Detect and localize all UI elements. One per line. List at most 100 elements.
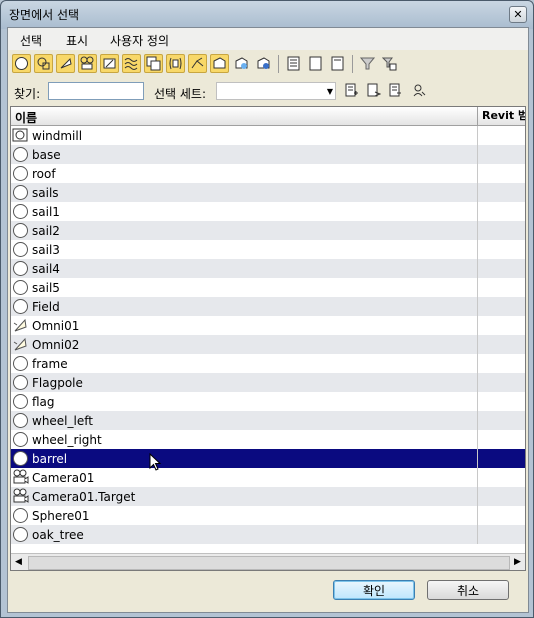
menu-display[interactable]: 표시: [66, 32, 88, 49]
helpers-icon: [103, 58, 116, 69]
geometry-icon: [13, 394, 28, 409]
list-item[interactable]: roof: [11, 164, 525, 183]
filter-options-icon: [382, 57, 397, 71]
geometry-icon: [13, 242, 28, 257]
geometry-icon: [13, 508, 28, 523]
list-item[interactable]: Camera01.Target: [11, 487, 525, 506]
list-item[interactable]: Flagpole: [11, 373, 525, 392]
list-item[interactable]: windmill: [11, 126, 525, 145]
groups-icon: [146, 56, 161, 71]
list-item[interactable]: sails: [11, 183, 525, 202]
column-divider: [477, 354, 478, 373]
list-item[interactable]: Omni02: [11, 335, 525, 354]
filter-button[interactable]: [358, 54, 377, 73]
column-divider: [477, 183, 478, 202]
helpers-filter-button[interactable]: [100, 54, 119, 73]
bones-filter-button[interactable]: [188, 54, 207, 73]
list-item[interactable]: wheel_left: [11, 411, 525, 430]
object-name: windmill: [32, 129, 83, 143]
list-item[interactable]: Omni01: [11, 316, 525, 335]
containers-icon: [213, 57, 226, 69]
column-divider: [477, 297, 478, 316]
close-button[interactable]: ✕: [509, 6, 527, 23]
remove-from-set-button[interactable]: [386, 81, 405, 100]
menu-customize[interactable]: 사용자 정의: [110, 32, 169, 49]
display-all-button[interactable]: [284, 54, 303, 73]
spacewarps-icon: [124, 58, 138, 70]
object-name: wheel_right: [32, 433, 102, 447]
object-name: sail1: [32, 205, 60, 219]
list-item[interactable]: Sphere01: [11, 506, 525, 525]
object-name: Camera01.Target: [32, 490, 136, 504]
find-input[interactable]: [48, 82, 144, 100]
list-item[interactable]: oak_tree: [11, 525, 525, 544]
toolbar-separator: [278, 55, 279, 73]
shapes-filter-button[interactable]: [34, 54, 53, 73]
list-item[interactable]: Field: [11, 297, 525, 316]
spell-check-icon: [413, 84, 426, 97]
list-item[interactable]: frame: [11, 354, 525, 373]
column-divider: [477, 468, 478, 487]
lights-filter-button[interactable]: [56, 54, 75, 73]
light-icon: [13, 318, 27, 332]
frozen-filter-button[interactable]: [232, 54, 251, 73]
geometry-filter-button[interactable]: [12, 54, 31, 73]
menu-select[interactable]: 선택: [20, 32, 42, 49]
geometry-icon: [13, 166, 28, 181]
invert-display-icon: [331, 56, 344, 71]
column-divider: [477, 487, 478, 506]
groups-filter-button[interactable]: [144, 54, 163, 73]
dialog-window: 장면에서 선택 ✕ 선택 표시 사용자 정의 찾기: 선택 세트: ▼ 이름 R…: [0, 0, 534, 618]
scroll-right-icon[interactable]: ▶: [510, 554, 525, 570]
geometry-icon: [13, 432, 28, 447]
list-item[interactable]: flag: [11, 392, 525, 411]
list-item[interactable]: sail3: [11, 240, 525, 259]
geometry-icon: [13, 375, 28, 390]
list-item[interactable]: wheel_right: [11, 430, 525, 449]
window-title: 장면에서 선택: [9, 8, 80, 22]
object-name: Camera01: [32, 471, 95, 485]
list-item[interactable]: barrel: [11, 449, 525, 468]
invert-display-button[interactable]: [328, 54, 347, 73]
list-item[interactable]: sail5: [11, 278, 525, 297]
display-none-button[interactable]: [306, 54, 325, 73]
add-to-set-icon: [367, 83, 381, 97]
bones-icon: [191, 57, 204, 69]
hidden-filter-button[interactable]: [254, 54, 273, 73]
object-name: roof: [32, 167, 56, 181]
list-item[interactable]: sail4: [11, 259, 525, 278]
cancel-button[interactable]: 취소: [427, 580, 509, 600]
spacewarps-filter-button[interactable]: [122, 54, 141, 73]
geometry-icon: [13, 280, 28, 295]
geometry-icon: [13, 147, 28, 162]
list-item[interactable]: Camera01: [11, 468, 525, 487]
scroll-left-icon[interactable]: ◀: [11, 554, 26, 570]
select-by-name-button[interactable]: [410, 81, 429, 100]
cameras-filter-button[interactable]: [78, 54, 97, 73]
column-divider: [477, 506, 478, 525]
containers-filter-button[interactable]: [210, 54, 229, 73]
ok-button[interactable]: 확인: [333, 580, 415, 600]
object-name: wheel_left: [32, 414, 93, 428]
column-header-name[interactable]: 이름: [15, 109, 37, 126]
object-name: Sphere01: [32, 509, 90, 523]
list-item[interactable]: sail2: [11, 221, 525, 240]
column-header-revit[interactable]: Revit 범: [477, 107, 525, 125]
selection-set-dropdown[interactable]: ▼: [216, 82, 336, 100]
title-bar[interactable]: 장면에서 선택 ✕: [1, 1, 533, 27]
scroll-thumb[interactable]: [28, 556, 510, 570]
create-selection-set-button[interactable]: [342, 81, 361, 100]
geometry-icon: [15, 57, 28, 70]
list-item[interactable]: sail1: [11, 202, 525, 221]
horizontal-scrollbar[interactable]: ◀ ▶: [11, 553, 525, 570]
list-item[interactable]: base: [11, 145, 525, 164]
filter-options-button[interactable]: [380, 54, 399, 73]
menu-bar: 선택 표시 사용자 정의: [8, 28, 528, 50]
xrefs-filter-button[interactable]: [166, 54, 185, 73]
column-divider: [477, 449, 478, 468]
geometry-icon: [13, 356, 28, 371]
camera-icon: [13, 488, 29, 503]
scene-object-list[interactable]: 이름 Revit 범 windmill base roof sails sail1 sai…: [10, 106, 526, 571]
add-to-set-button[interactable]: [364, 81, 383, 100]
column-divider: [477, 164, 478, 183]
